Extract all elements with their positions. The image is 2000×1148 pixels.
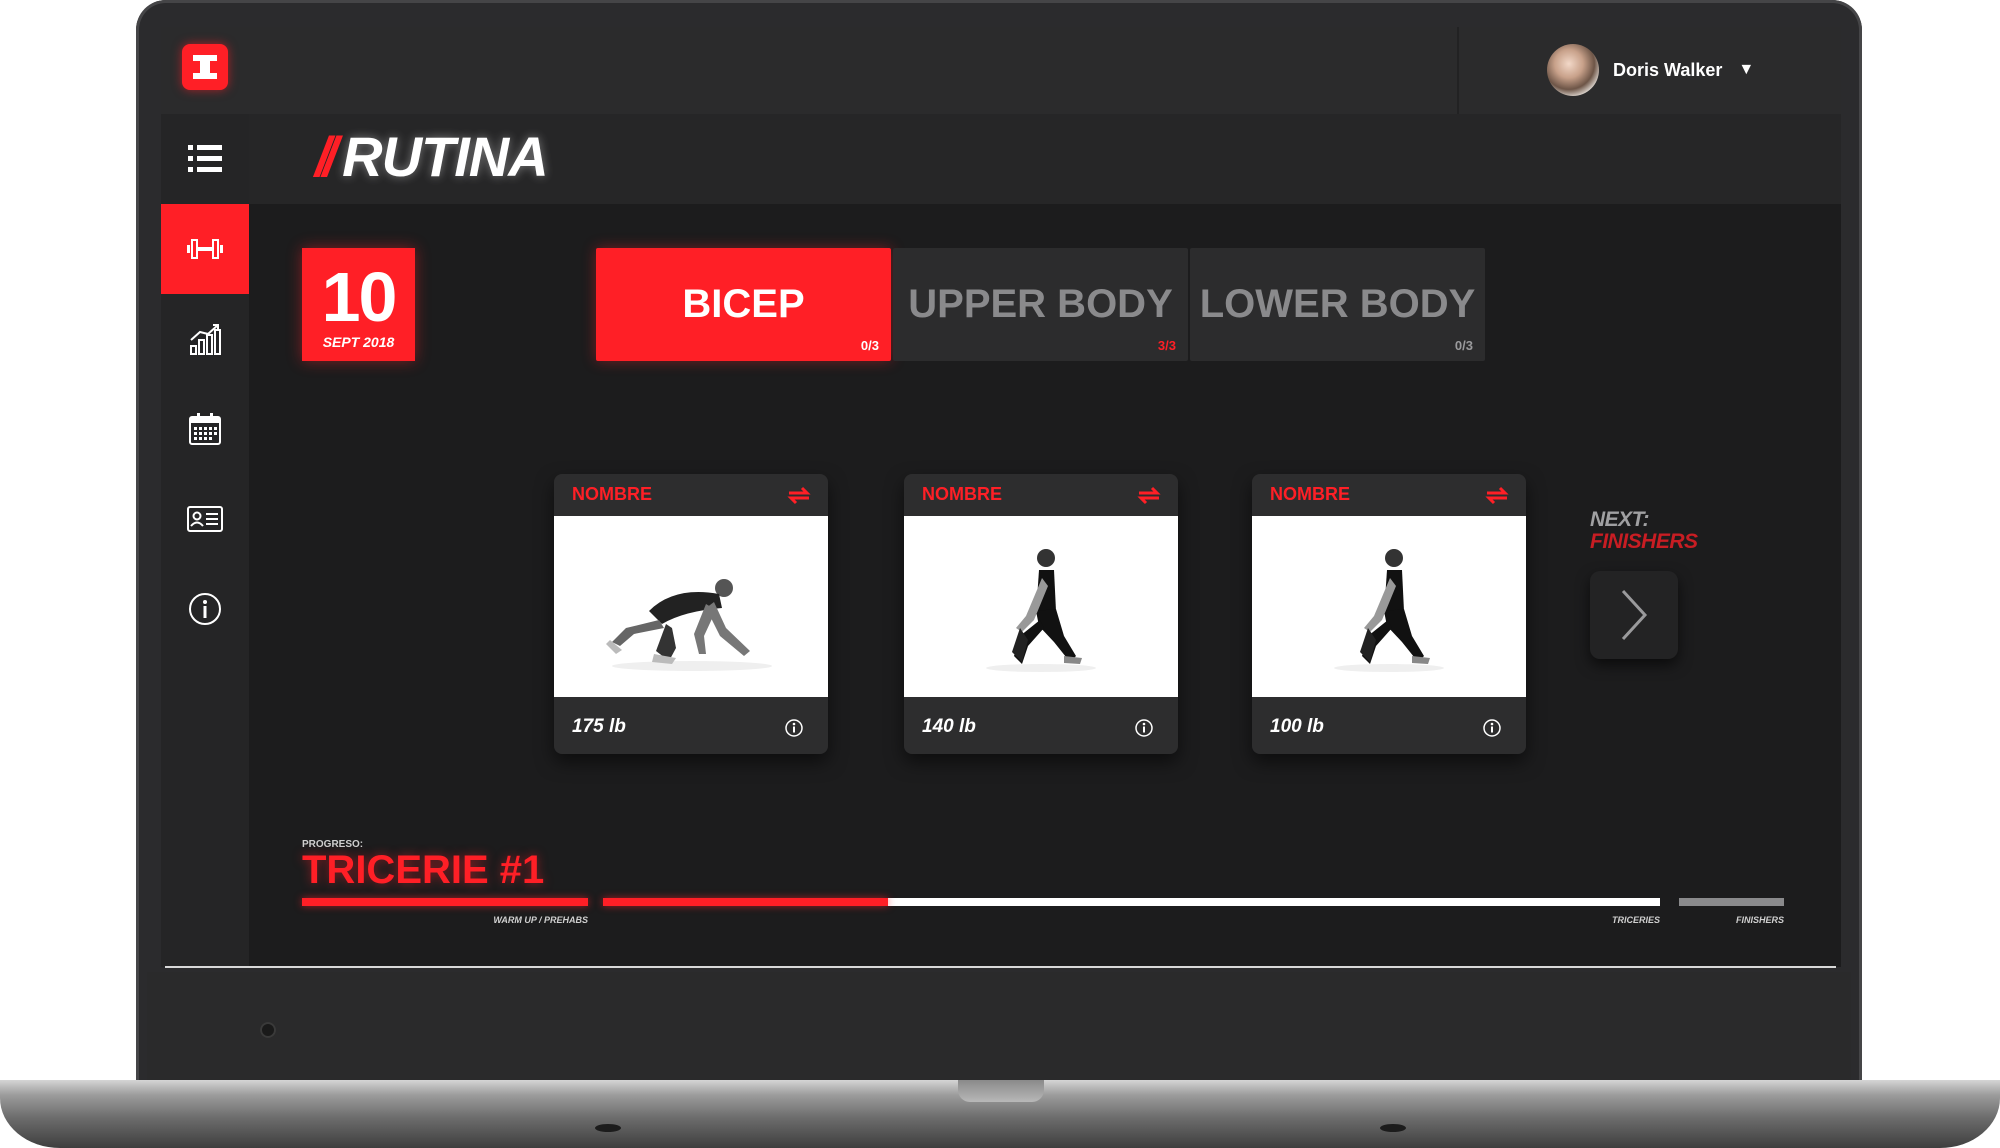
sidebar-item-profile[interactable] bbox=[161, 474, 249, 564]
date-month-year: SEPT 2018 bbox=[322, 334, 395, 350]
top-bar-divider bbox=[1457, 27, 1459, 114]
chart-icon bbox=[190, 324, 221, 355]
swap-icon[interactable] bbox=[786, 485, 812, 505]
tab-label: UPPER BODY bbox=[908, 282, 1173, 326]
exercise-weight: 100 lb bbox=[1270, 716, 1324, 737]
segment-caption-warmup: WARM UP / PREHABS bbox=[493, 915, 588, 925]
sidebar-item-workout[interactable] bbox=[161, 204, 249, 294]
app-logo[interactable] bbox=[182, 44, 228, 90]
exercise-card[interactable]: NOMBRE 175 lb bbox=[554, 474, 828, 754]
date-badge: 10 SEPT 2018 bbox=[302, 248, 415, 361]
progress-segment-triceries bbox=[603, 898, 1660, 906]
user-menu[interactable]: Doris Walker ▼ bbox=[1547, 44, 1754, 96]
info-icon[interactable] bbox=[1482, 718, 1502, 738]
camera-dot bbox=[260, 1022, 276, 1038]
woman-lunge-quad-stretch-image bbox=[1334, 549, 1444, 672]
exercise-card[interactable]: NOMBRE 140 lb bbox=[904, 474, 1178, 754]
tab-lower-body[interactable]: LOWER BODY 0/3 bbox=[1190, 248, 1485, 361]
calendar-icon bbox=[189, 413, 221, 445]
screen-edge-line bbox=[165, 966, 1836, 968]
progress-segment-fill bbox=[603, 898, 889, 906]
sidebar-item-calendar[interactable] bbox=[161, 384, 249, 474]
info-icon[interactable] bbox=[1134, 718, 1154, 738]
swap-icon[interactable] bbox=[1136, 485, 1162, 505]
logo-icon bbox=[193, 55, 217, 79]
card-header: NOMBRE bbox=[1252, 474, 1526, 516]
list-icon bbox=[188, 145, 222, 172]
exercise-name: NOMBRE bbox=[572, 484, 652, 504]
caret-down-icon[interactable]: ▼ bbox=[1738, 61, 1754, 79]
sidebar-item-menu[interactable] bbox=[161, 114, 249, 204]
exercise-name: NOMBRE bbox=[922, 484, 1002, 504]
next-prefix: NEXT: bbox=[1590, 508, 1649, 531]
sidebar bbox=[161, 114, 249, 967]
swap-icon[interactable] bbox=[1484, 485, 1510, 505]
laptop-foot bbox=[595, 1124, 621, 1132]
avatar[interactable] bbox=[1547, 44, 1599, 96]
info-icon[interactable] bbox=[784, 718, 804, 738]
progress-title: TRICERIE #1 bbox=[302, 848, 545, 892]
sidebar-item-info[interactable] bbox=[161, 564, 249, 654]
exercise-image bbox=[904, 516, 1178, 697]
progress-segment-finishers bbox=[1679, 898, 1784, 906]
routine-tabs: BICEP 0/3 UPPER BODY 3/3 LOWER BODY 0/3 bbox=[596, 248, 1487, 361]
tab-count: 0/3 bbox=[860, 338, 879, 353]
card-header: NOMBRE bbox=[554, 474, 828, 516]
exercise-weight: 175 lb bbox=[572, 716, 626, 737]
exercise-image bbox=[1252, 516, 1526, 697]
sidebar-item-stats[interactable] bbox=[161, 294, 249, 384]
app-screen: Doris Walker ▼ // RUTINA 10 SEPT 2018 BI… bbox=[161, 27, 1841, 967]
exercise-image bbox=[554, 516, 828, 697]
user-name[interactable]: Doris Walker bbox=[1613, 60, 1722, 81]
man-crawl-stretch-image bbox=[606, 579, 772, 671]
exercise-name: NOMBRE bbox=[1270, 484, 1350, 504]
progress-segment-warmup bbox=[302, 898, 588, 906]
date-day: 10 bbox=[321, 258, 398, 336]
tab-label: BICEP bbox=[682, 282, 805, 326]
id-card-icon bbox=[187, 506, 223, 532]
tab-count: 3/3 bbox=[1157, 338, 1176, 353]
tab-bicep[interactable]: BICEP 0/3 bbox=[596, 248, 891, 361]
segment-caption-triceries: TRICERIES bbox=[1611, 915, 1660, 925]
laptop-foot bbox=[1380, 1124, 1406, 1132]
title-slashes: // bbox=[315, 125, 338, 188]
segment-caption-finishers: FINISHERS bbox=[1735, 915, 1784, 925]
next-title: FINISHERS bbox=[1590, 530, 1698, 553]
tab-count: 0/3 bbox=[1454, 338, 1473, 353]
tab-label: LOWER BODY bbox=[1199, 282, 1476, 326]
laptop-notch bbox=[958, 1080, 1044, 1102]
next-section-label: NEXT: FINISHERS bbox=[1590, 509, 1698, 553]
page-title-text: RUTINA bbox=[342, 125, 549, 188]
exercise-weight: 140 lb bbox=[922, 716, 976, 737]
page-title: //RUTINA bbox=[315, 124, 549, 189]
woman-lunge-quad-stretch-image bbox=[986, 549, 1096, 672]
info-icon bbox=[189, 593, 221, 625]
exercise-card[interactable]: NOMBRE 100 lb bbox=[1252, 474, 1526, 754]
dumbbell-icon bbox=[187, 239, 223, 259]
chevron-right-icon bbox=[1621, 589, 1648, 641]
laptop-bezel-bottom bbox=[147, 972, 1851, 1086]
next-button[interactable] bbox=[1590, 571, 1678, 659]
card-header: NOMBRE bbox=[904, 474, 1178, 516]
tab-upper-body[interactable]: UPPER BODY 3/3 bbox=[893, 248, 1188, 361]
